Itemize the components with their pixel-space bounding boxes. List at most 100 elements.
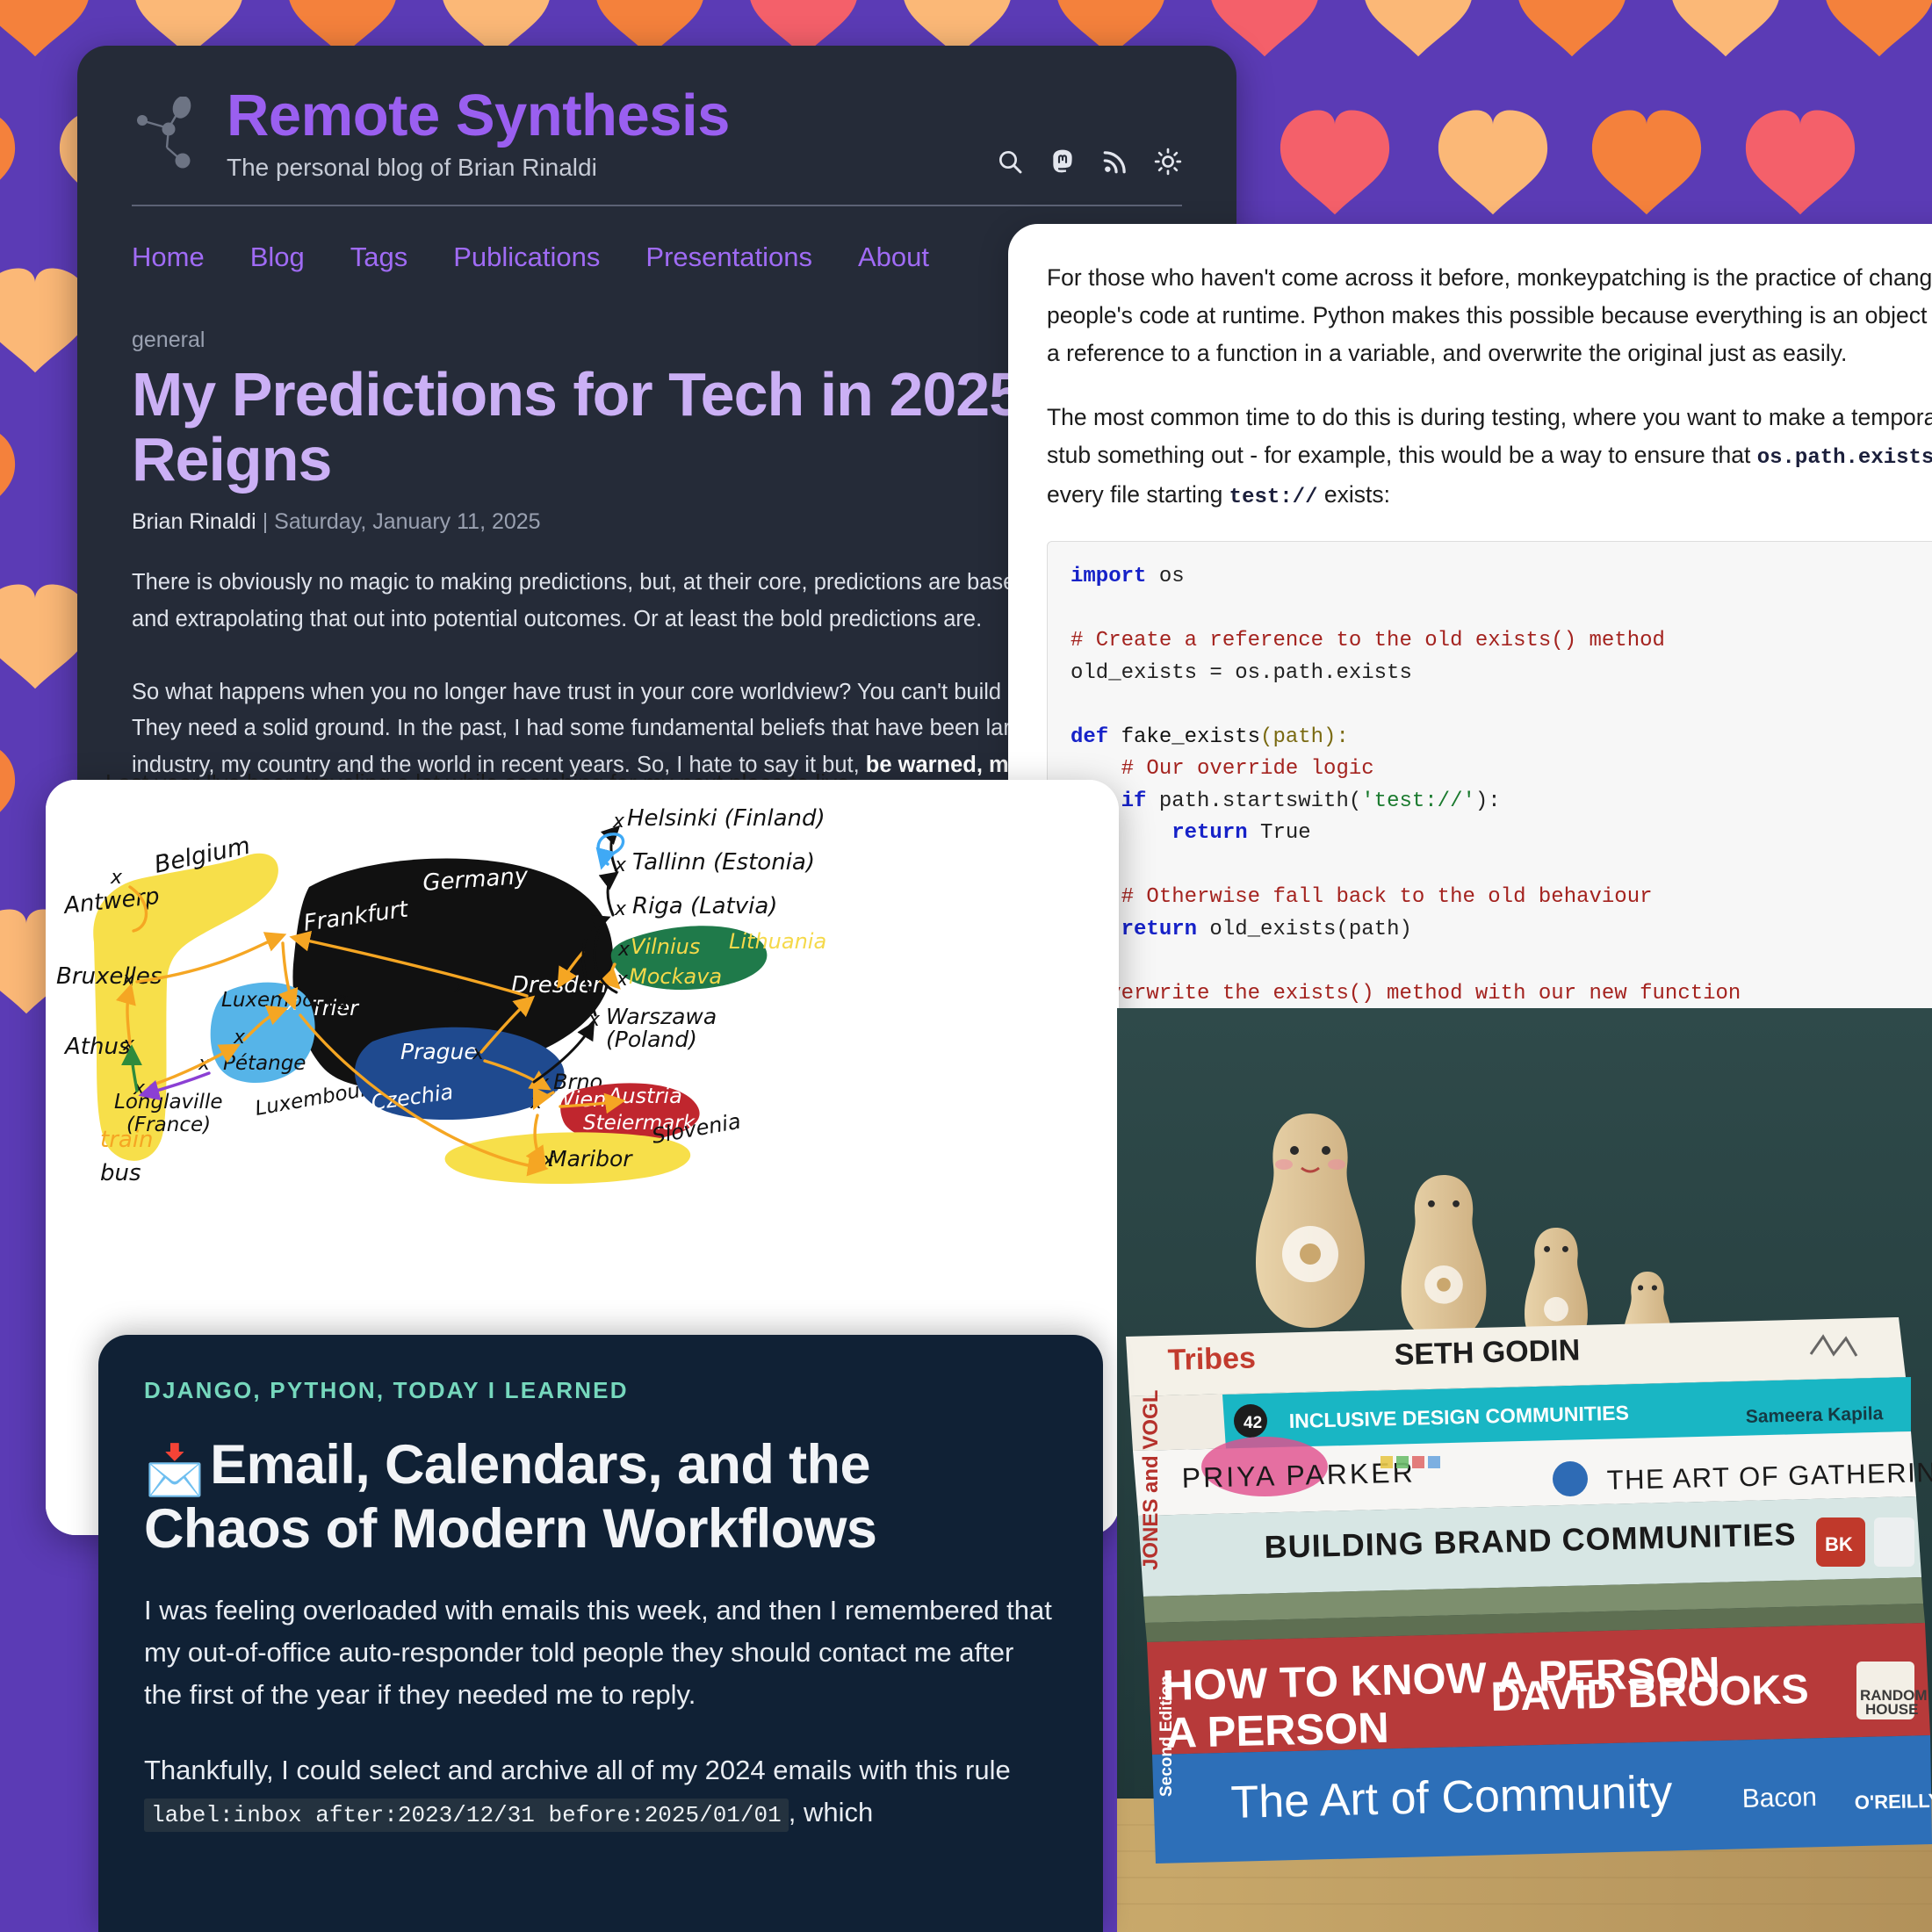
paragraph-2-line-1: So what happens when you no longer have … — [132, 679, 1116, 704]
monkeypatch-paragraph-2: The most common time to do this is durin… — [1047, 399, 1932, 515]
site-title[interactable]: Remote Synthesis — [227, 86, 996, 145]
mp-p1-line-1: For those who haven't come across it bef… — [1047, 264, 1932, 291]
code-comment-4: # Overwrite the exists() method with our… — [1071, 981, 1741, 1006]
gmail-search-rule-code: label:inbox after:2023/12/31 before:2025… — [144, 1799, 789, 1833]
city-label-helsinki: Helsinki (Finland) — [627, 805, 825, 832]
city-label-tallinn: Tallinn (Estonia) — [632, 849, 815, 876]
book-edition-label: Second Edition — [1157, 1676, 1176, 1797]
inline-code-os-path-exists: os.path.exists — [1756, 445, 1932, 470]
code-string-test: 'test://' — [1361, 789, 1475, 813]
svg-text:x: x — [614, 854, 627, 876]
django-paragraph-1: I was feeling overloaded with emails thi… — [144, 1595, 1052, 1711]
svg-text:x: x — [612, 811, 625, 833]
mp-p2-line-1: The most common time to do this is durin… — [1047, 403, 1932, 430]
code-import-rest: os — [1146, 565, 1185, 589]
code-kw-import: import — [1071, 565, 1147, 589]
city-label-warszawa: Warszawa — [606, 1004, 717, 1029]
book-author-sameera-kapila: Sameera Kapila — [1746, 1403, 1884, 1427]
django-article-card: DJANGO, PYTHON, TODAY I LEARNED 📩Email, … — [98, 1335, 1103, 1932]
incoming-envelope-icon: 📩 — [144, 1442, 205, 1497]
book-title-art-of-community: The Art of Community — [1230, 1767, 1673, 1828]
code-comment-2: # Our override logic — [1071, 757, 1374, 782]
city-label-warszawa-country: (Poland) — [606, 1027, 697, 1052]
site-tagline: The personal blog of Brian Rinaldi — [227, 154, 597, 181]
mp-p1-line-2: people's code at runtime. Python makes t… — [1047, 301, 1932, 328]
article-tag-list[interactable]: DJANGO, PYTHON, TODAY I LEARNED — [144, 1377, 1057, 1404]
post-title-line-1: My Predictions for Tech in 2025 — [132, 360, 1023, 429]
code-comment-1: # Create a reference to the old exists()… — [1071, 629, 1665, 653]
byline-separator: | — [256, 509, 275, 535]
svg-text:x: x — [110, 867, 123, 889]
remote-synthesis-logo-icon — [137, 97, 191, 169]
django-article-title: 📩Email, Calendars, and the Chaos of Mode… — [144, 1434, 1057, 1560]
city-label-mockava: Mockava — [629, 964, 722, 989]
post-date: Saturday, January 11, 2025 — [274, 509, 541, 535]
book-title-a-person: A PERSON — [1165, 1705, 1389, 1757]
legend-label-train: train — [100, 1127, 154, 1153]
nav-item-home[interactable]: Home — [132, 242, 205, 273]
book-stack-photo: Tribes SETH GODIN 42 INCLUSIVE DESIGN CO… — [1117, 1008, 1932, 1932]
paragraph-1-line-2: and extrapolating that out into potentia… — [132, 606, 983, 631]
monkeypatch-paragraph-1: For those who haven't come across it bef… — [1047, 259, 1932, 372]
region-label-austria: Austria — [606, 1084, 682, 1108]
header-divider — [132, 205, 1182, 206]
sun-icon[interactable] — [1154, 148, 1182, 176]
svg-text:x: x — [275, 921, 288, 943]
code-if-mid: path.startswith( — [1146, 789, 1362, 813]
city-label-riga: Riga (Latvia) — [632, 893, 777, 919]
code-kw-def: def — [1071, 724, 1109, 749]
legend-label-bus: bus — [100, 1160, 141, 1186]
city-label-luxembourg: Luxembourg — [221, 989, 349, 1012]
post-title-line-2: Reigns — [132, 425, 332, 494]
post-author: Brian Rinaldi — [132, 509, 256, 535]
nav-item-publications[interactable]: Publications — [453, 242, 600, 273]
inline-code-test-scheme: test:// — [1229, 485, 1318, 509]
mp-p2-line-2a: stub something out - for example, this w… — [1047, 441, 1757, 468]
mp-p2-line-3a: every file starting — [1047, 480, 1229, 508]
svg-text:BK: BK — [1825, 1533, 1853, 1555]
book-title-tribes: Tribes — [1167, 1341, 1256, 1377]
code-return-old: old_exists(path) — [1197, 917, 1412, 941]
mastodon-icon[interactable] — [1049, 148, 1077, 176]
nav-item-tags[interactable]: Tags — [350, 242, 407, 273]
svg-text:x: x — [617, 939, 631, 961]
search-icon[interactable] — [996, 148, 1024, 176]
monkeypatching-article-card: For those who haven't come across it bef… — [1008, 224, 1932, 1014]
mp-p1-line-3: a reference to a function in a variable,… — [1047, 339, 1848, 366]
nav-item-blog[interactable]: Blog — [250, 242, 305, 273]
paragraph-1-line-1: There is obviously no magic to making pr… — [132, 570, 1109, 595]
code-comment-3: # Otherwise fall back to the old behavio… — [1071, 885, 1653, 910]
nav-item-about[interactable]: About — [858, 242, 929, 273]
nav-item-presentations[interactable]: Presentations — [645, 242, 812, 273]
svg-text:x: x — [122, 969, 135, 991]
header-icon-group — [996, 148, 1182, 176]
paragraph-2-line-2: They need a solid ground. In the past, I… — [132, 716, 1120, 741]
city-label-bruxelles: Bruxelles — [56, 963, 162, 990]
django-paragraph-2: Thankfully, I could select and archive a… — [144, 1749, 1057, 1834]
city-label-athus: Athus — [63, 1034, 130, 1060]
book-publisher-oreilly: O'REILLY — [1855, 1790, 1932, 1813]
svg-text:x: x — [233, 1027, 246, 1049]
book-badge-42: 42 — [1244, 1414, 1262, 1432]
code-if-end: ): — [1474, 789, 1501, 813]
book-stack-svg: Tribes SETH GODIN 42 INCLUSIVE DESIGN CO… — [1117, 1008, 1932, 1932]
code-line-old-exists: old_exists = os.path.exists — [1071, 660, 1412, 685]
svg-text:HOUSE: HOUSE — [1865, 1701, 1918, 1718]
city-label-vilnius: Vilnius — [631, 934, 700, 959]
book-how-to-know-a-person: HOW TO KNOW A PERSON A PERSON DAVID BROO… — [1147, 1623, 1930, 1757]
city-label-longlaville: Longlaville — [114, 1091, 222, 1114]
city-label-maribor: Maribor — [548, 1146, 633, 1171]
book-author-bacon: Bacon — [1741, 1783, 1817, 1813]
code-fn-name: fake_exists — [1108, 724, 1261, 749]
code-fn-args: (path): — [1260, 724, 1349, 749]
region-label-lithuania: Lithuania — [729, 929, 826, 954]
svg-text:x: x — [472, 1042, 485, 1064]
book-author-jones: JONES and VOGL — [1139, 1390, 1163, 1570]
django-p2-prefix: Thankfully, I could select and archive a… — [144, 1755, 1011, 1786]
code-return-true: True — [1247, 821, 1311, 846]
rss-icon[interactable] — [1101, 148, 1129, 176]
django-title-line-2: Chaos of Modern Workflows — [144, 1497, 877, 1560]
django-title-line-1: Email, Calendars, and the — [210, 1434, 870, 1496]
svg-text:x: x — [616, 969, 629, 991]
django-p2-suffix: , which — [788, 1797, 874, 1828]
